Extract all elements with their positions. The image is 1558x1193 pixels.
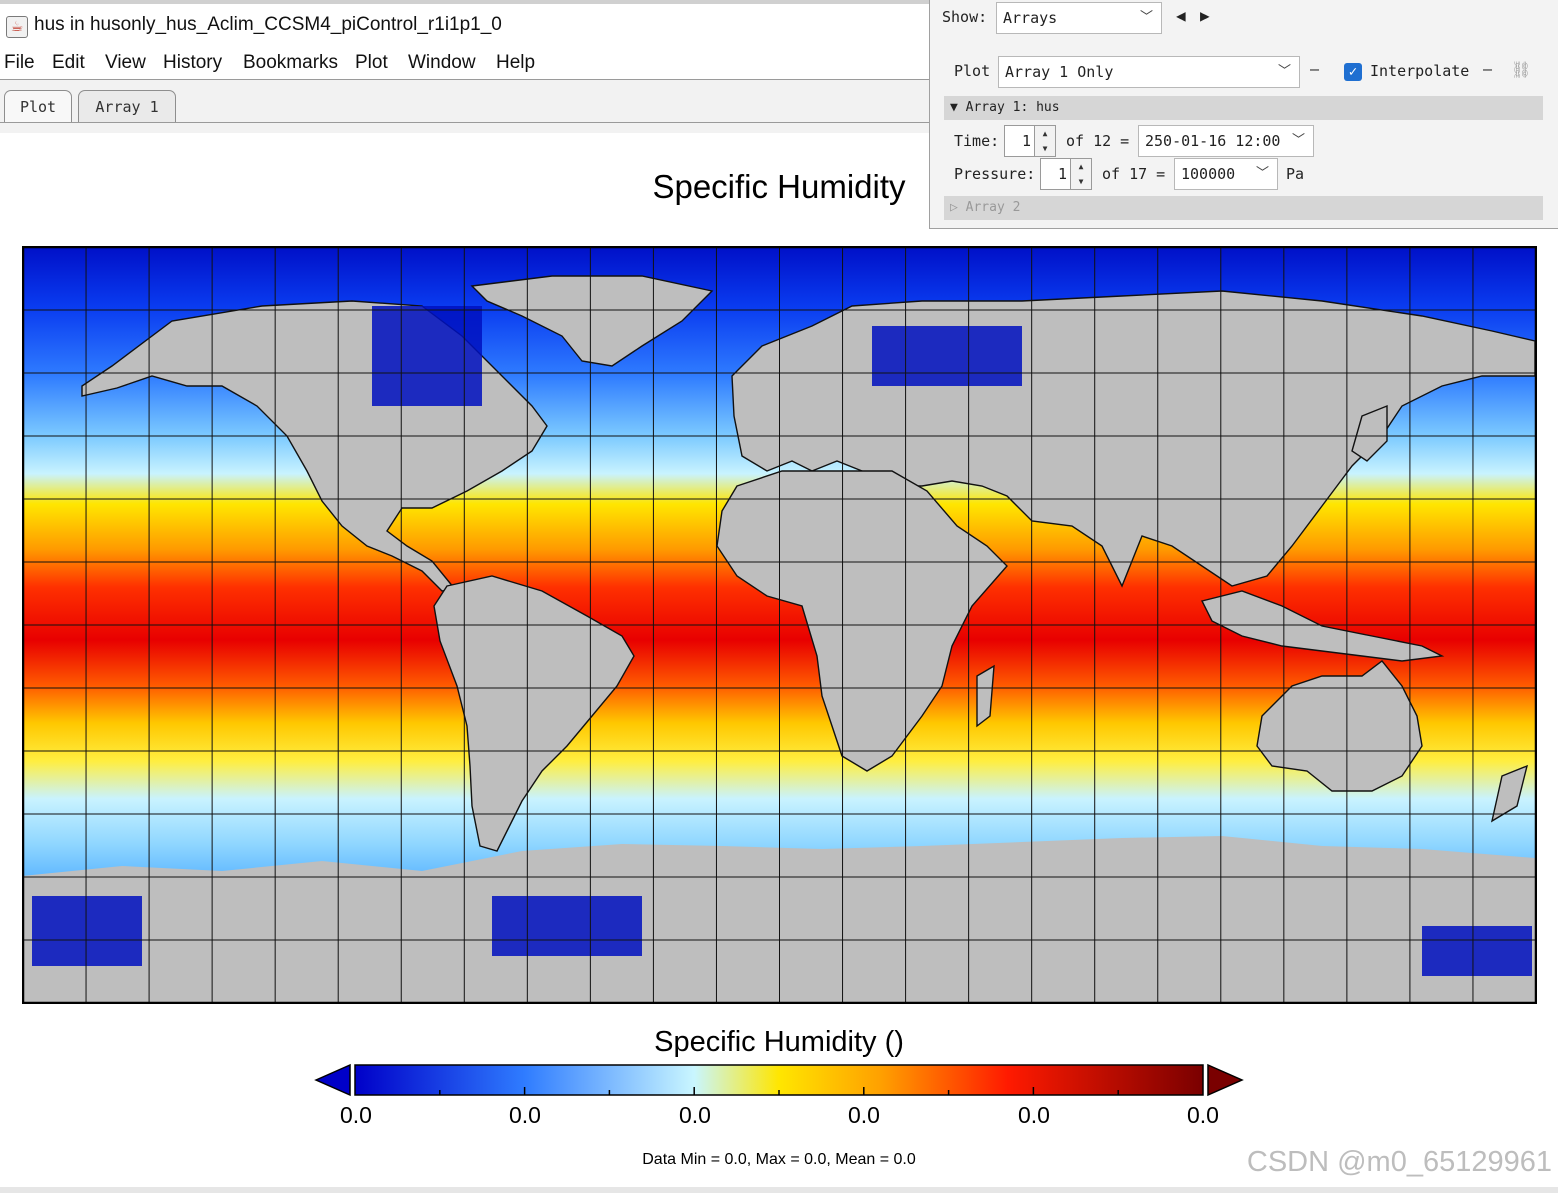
link-icon[interactable]: ⛓ [1511,60,1531,79]
expanded-triangle-icon: ▼ [950,100,958,115]
window-title: hus in husonly_hus_Aclim_CCSM4_piControl… [34,14,502,35]
show-select[interactable]: Arrays ﹀ [996,2,1162,34]
controls-panel: Show: Arrays ﹀ ◀ ▶ Plot Array 1 Only ﹀ —… [929,0,1558,229]
plot-mode-select[interactable]: Array 1 Only ﹀ [998,56,1300,88]
menu-view[interactable]: View [105,52,146,74]
menu-bar: File Edit View History Bookmarks Plot Wi… [0,48,930,80]
menu-plot[interactable]: Plot [355,52,388,74]
menu-help[interactable]: Help [496,52,535,74]
pressure-index-value: 1 [1057,165,1067,183]
colorbar [314,1063,1244,1097]
pressure-label: Pressure: [954,165,1036,183]
colorbar-tick-label: 0.0 [509,1102,541,1128]
colorbar-max-arrow [1207,1063,1244,1097]
window-bottom-edge [0,1187,1558,1193]
watermark: CSDN @m0_65129961 [1246,1146,1552,1178]
triangle-right-icon[interactable]: ▶ [1200,6,1210,25]
separator-dash: — [1310,60,1320,78]
menu-edit[interactable]: Edit [52,52,85,74]
show-label: Show: [942,8,988,26]
colorbar-tick-label: 0.0 [848,1102,880,1128]
java-cup-icon: ☕ [6,16,28,38]
tab-plot[interactable]: Plot [4,90,72,122]
show-select-value: Arrays [1003,9,1058,27]
time-index-spinner[interactable]: 1 ▲ ▼ [1004,125,1056,157]
patch-antarctic-1 [32,896,142,966]
chevron-down-icon: ﹀ [1291,133,1305,148]
pressure-index-spinner[interactable]: 1 ▲ ▼ [1040,158,1092,190]
interpolate-label: Interpolate [1370,62,1470,80]
patch-antarctic-2 [492,896,642,956]
chevron-down-icon: ﹀ [1277,64,1291,79]
triangle-left-icon[interactable]: ◀ [1176,6,1186,25]
colorbar-min-arrow [314,1063,351,1097]
patch-siberia [872,326,1022,386]
time-of-label: of 12 = [1066,132,1130,150]
plot-label: Plot [954,62,991,80]
time-label: Time: [954,132,1000,150]
array1-header-label: Array 1: hus [965,100,1060,115]
array2-section-header[interactable]: ▷ Array 2 [944,196,1543,220]
spinner-arrows-icon[interactable]: ▲ ▼ [1034,126,1055,156]
colorbar-tick-label: 0.0 [340,1102,372,1128]
time-value: 250-01-16 12:00 [1145,132,1281,150]
time-value-select[interactable]: 250-01-16 12:00 ﹀ [1138,125,1314,157]
colorbar-title: Specific Humidity () [654,1026,904,1058]
menu-history[interactable]: History [163,52,222,74]
pressure-value-select[interactable]: 100000 ﹀ [1174,158,1278,190]
spinner-arrows-icon[interactable]: ▲ ▼ [1070,159,1091,189]
patch-canada-arctic [372,306,482,406]
array1-section-header[interactable]: ▼ Array 1: hus [944,96,1543,120]
chevron-down-icon: ﹀ [1255,166,1269,181]
interpolate-checkbox[interactable]: ✓ [1344,63,1362,81]
separator-dash: — [1483,60,1493,78]
colorbar-tick-label: 0.0 [1187,1102,1219,1128]
patch-antarctic-3 [1422,926,1532,976]
colorbar-tick-label: 0.0 [679,1102,711,1128]
plot-mode-value: Array 1 Only [1005,63,1114,81]
collapsed-triangle-icon: ▷ [950,200,958,215]
array2-header-label: Array 2 [965,200,1021,215]
humidity-map [22,246,1537,1004]
pressure-of-label: of 17 = [1102,165,1166,183]
chevron-down-icon: ﹀ [1139,10,1153,25]
window-titlebar: ☕ hus in husonly_hus_Aclim_CCSM4_piContr… [0,0,930,46]
pressure-value: 100000 [1181,165,1236,183]
menu-bookmarks[interactable]: Bookmarks [243,52,338,74]
menu-window[interactable]: Window [408,52,476,74]
tab-array-1[interactable]: Array 1 [78,90,176,122]
menu-file[interactable]: File [4,52,35,74]
colorbar-tick-label: 0.0 [1018,1102,1050,1128]
pressure-unit: Pa [1286,165,1305,183]
time-index-value: 1 [1021,132,1031,150]
